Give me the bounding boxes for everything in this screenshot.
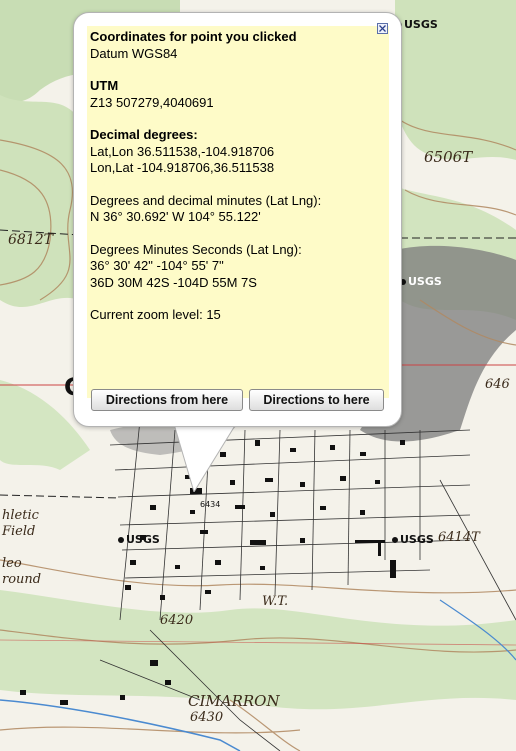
ddm-heading: Degrees and decimal minutes (Lat Lng): bbox=[90, 192, 322, 208]
map-feature-label: round bbox=[2, 572, 42, 587]
utm-heading: UTM bbox=[90, 78, 119, 93]
popup-pointer bbox=[174, 424, 237, 492]
map-feature-label: W.T. bbox=[262, 594, 289, 609]
usgs-label: USGS bbox=[392, 533, 434, 546]
directions-to-button[interactable]: Directions to here bbox=[249, 389, 384, 411]
usgs-label: USGS bbox=[396, 18, 438, 31]
popup-title: Coordinates for point you clicked bbox=[90, 29, 297, 44]
info-popup: Coordinates for point you clicked Datum … bbox=[73, 12, 402, 427]
close-icon bbox=[379, 25, 386, 32]
elevation-label: 6430 bbox=[190, 710, 224, 725]
benchmark-label: 6434 bbox=[200, 500, 221, 509]
town-label: CIMARRON bbox=[188, 692, 280, 710]
utm-value: Z13 507279,4040691 bbox=[90, 94, 214, 110]
map-feature-label: Field bbox=[2, 524, 36, 539]
dms-heading: Degrees Minutes Seconds (Lat Lng): bbox=[90, 241, 302, 257]
zoom-level-text: Current zoom level: 15 bbox=[90, 307, 221, 322]
map-feature-label: hletic bbox=[2, 508, 39, 523]
close-button[interactable] bbox=[377, 23, 388, 34]
datum-text: Datum WGS84 bbox=[90, 45, 178, 61]
dms-value: 36° 30' 42" -104° 55' 7" bbox=[90, 258, 224, 273]
usgs-icon bbox=[118, 537, 124, 543]
ddm-value: N 36° 30.692' W 104° 55.122' bbox=[90, 209, 261, 224]
usgs-icon bbox=[392, 537, 398, 543]
decimal-degrees-heading: Decimal degrees: bbox=[90, 127, 198, 142]
elevation-label: 6506T bbox=[424, 148, 473, 166]
popup-content: Coordinates for point you clicked Datum … bbox=[90, 29, 378, 324]
lonlat-value: Lon,Lat -104.918706,36.511538 bbox=[90, 160, 275, 175]
elevation-label: 6812T bbox=[8, 232, 53, 248]
dms-value-alt: 36D 30M 42S -104D 55M 7S bbox=[90, 274, 257, 290]
elevation-label: 6420 bbox=[160, 613, 194, 628]
elevation-label: 646 bbox=[485, 377, 510, 392]
elevation-label: 6414T bbox=[438, 530, 480, 545]
usgs-label: USGS bbox=[400, 275, 442, 288]
map-feature-label: leo bbox=[2, 556, 22, 571]
directions-from-button[interactable]: Directions from here bbox=[91, 389, 243, 411]
usgs-label: USGS bbox=[118, 533, 160, 546]
latlon-value: Lat,Lon 36.511538,-104.918706 bbox=[90, 143, 275, 159]
